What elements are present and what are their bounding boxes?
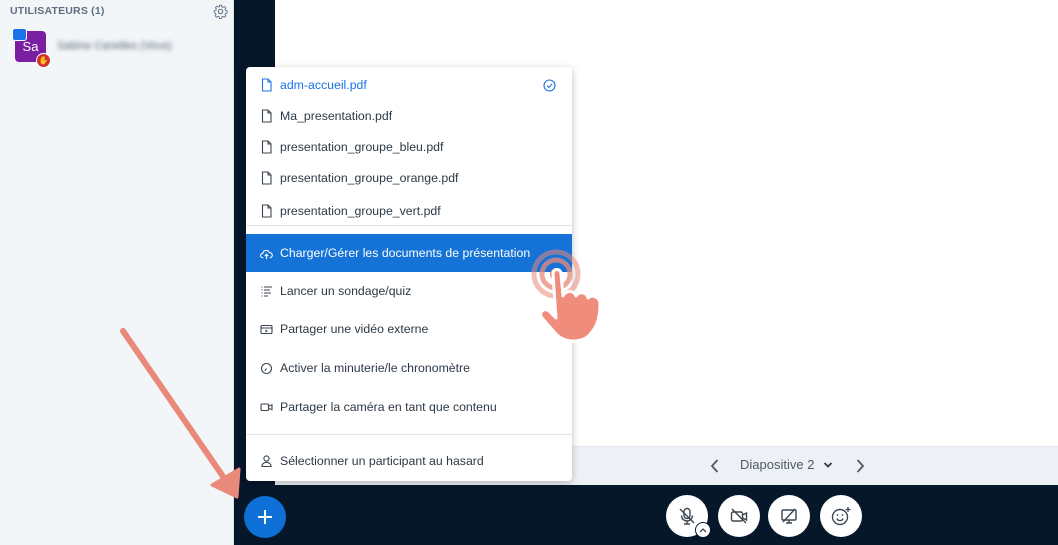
chevron-up-icon [699, 528, 707, 533]
reactions-button[interactable] [820, 495, 862, 537]
actions-menu: adm-accueil.pdf Ma_presentation.pdf pres… [246, 67, 572, 481]
menu-item-label: Activer la minuterie/le chronomètre [280, 361, 470, 375]
gear-icon[interactable] [213, 4, 228, 19]
file-icon [261, 78, 272, 92]
menu-item-label: Partager une vidéo externe [280, 322, 429, 336]
menu-item-external-video[interactable]: Partager une vidéo externe [246, 314, 572, 344]
menu-divider [246, 434, 572, 435]
poll-icon [261, 286, 272, 297]
file-icon [261, 171, 272, 185]
menu-item-upload-presentation[interactable]: Charger/Gérer les documents de présentat… [246, 234, 572, 272]
smiley-icon [831, 507, 851, 526]
menu-item-presentation[interactable]: presentation_groupe_vert.pdf [246, 196, 572, 226]
menu-item-presentation[interactable]: Ma_presentation.pdf [246, 101, 572, 131]
user-icon [261, 455, 272, 468]
menu-item-label: adm-accueil.pdf [280, 78, 367, 92]
upload-cloud-icon [260, 249, 273, 260]
chat-icon [12, 28, 27, 41]
menu-item-poll[interactable]: Lancer un sondage/quiz [246, 276, 572, 306]
menu-item-camera-as-content[interactable]: Partager la caméra en tant que contenu [246, 392, 572, 422]
menu-divider [246, 225, 572, 226]
menu-item-label: presentation_groupe_bleu.pdf [280, 140, 444, 154]
menu-item-label: presentation_groupe_orange.pdf [280, 171, 459, 185]
external-video-icon [260, 324, 273, 335]
screen-share-button[interactable] [768, 495, 810, 537]
menu-item-label: Sélectionner un participant au hasard [280, 454, 484, 468]
menu-item-label: Partager la caméra en tant que contenu [280, 400, 497, 414]
slide-select[interactable]: Diapositive 2 [740, 457, 814, 472]
menu-item-label: Charger/Gérer les documents de présentat… [280, 246, 531, 260]
camera-off-icon [730, 508, 748, 524]
camera-content-icon [260, 403, 273, 412]
check-circle-icon [543, 79, 556, 92]
menu-item-presentation[interactable]: presentation_groupe_orange.pdf [246, 163, 572, 193]
timer-icon [260, 362, 273, 375]
pointing-hand-icon [531, 249, 602, 343]
users-title: UTILISATEURS (1) [10, 5, 105, 17]
next-slide-icon[interactable] [854, 458, 866, 474]
plus-icon [258, 510, 272, 524]
microphone-off-icon [679, 507, 695, 525]
user-name: Sabine Canelles (Vous) [57, 40, 172, 52]
audio-options-button[interactable] [695, 522, 711, 538]
previous-slide-icon[interactable] [709, 458, 721, 474]
chevron-down-icon[interactable] [823, 461, 833, 469]
file-icon [261, 204, 272, 218]
menu-item-timer[interactable]: Activer la minuterie/le chronomètre [246, 353, 572, 383]
file-icon [261, 140, 272, 154]
menu-item-label: Lancer un sondage/quiz [280, 284, 412, 298]
camera-button[interactable] [718, 495, 760, 537]
user-list-item[interactable]: Sa ✋ Sabine Canelles (Vous) [0, 28, 233, 68]
bottom-action-bar [234, 485, 1058, 545]
raised-hand-icon: ✋ [36, 53, 51, 68]
menu-item-label: Ma_presentation.pdf [280, 109, 393, 123]
screen-share-off-icon [781, 508, 797, 524]
menu-item-label: presentation_groupe_vert.pdf [280, 204, 441, 218]
file-icon [261, 109, 272, 123]
menu-item-presentation[interactable]: adm-accueil.pdf [246, 70, 572, 100]
annotation-arrow [120, 328, 241, 499]
menu-item-presentation[interactable]: presentation_groupe_bleu.pdf [246, 132, 572, 162]
menu-item-random-participant[interactable]: Sélectionner un participant au hasard [246, 446, 572, 476]
avatar-initials: Sa [22, 39, 39, 54]
